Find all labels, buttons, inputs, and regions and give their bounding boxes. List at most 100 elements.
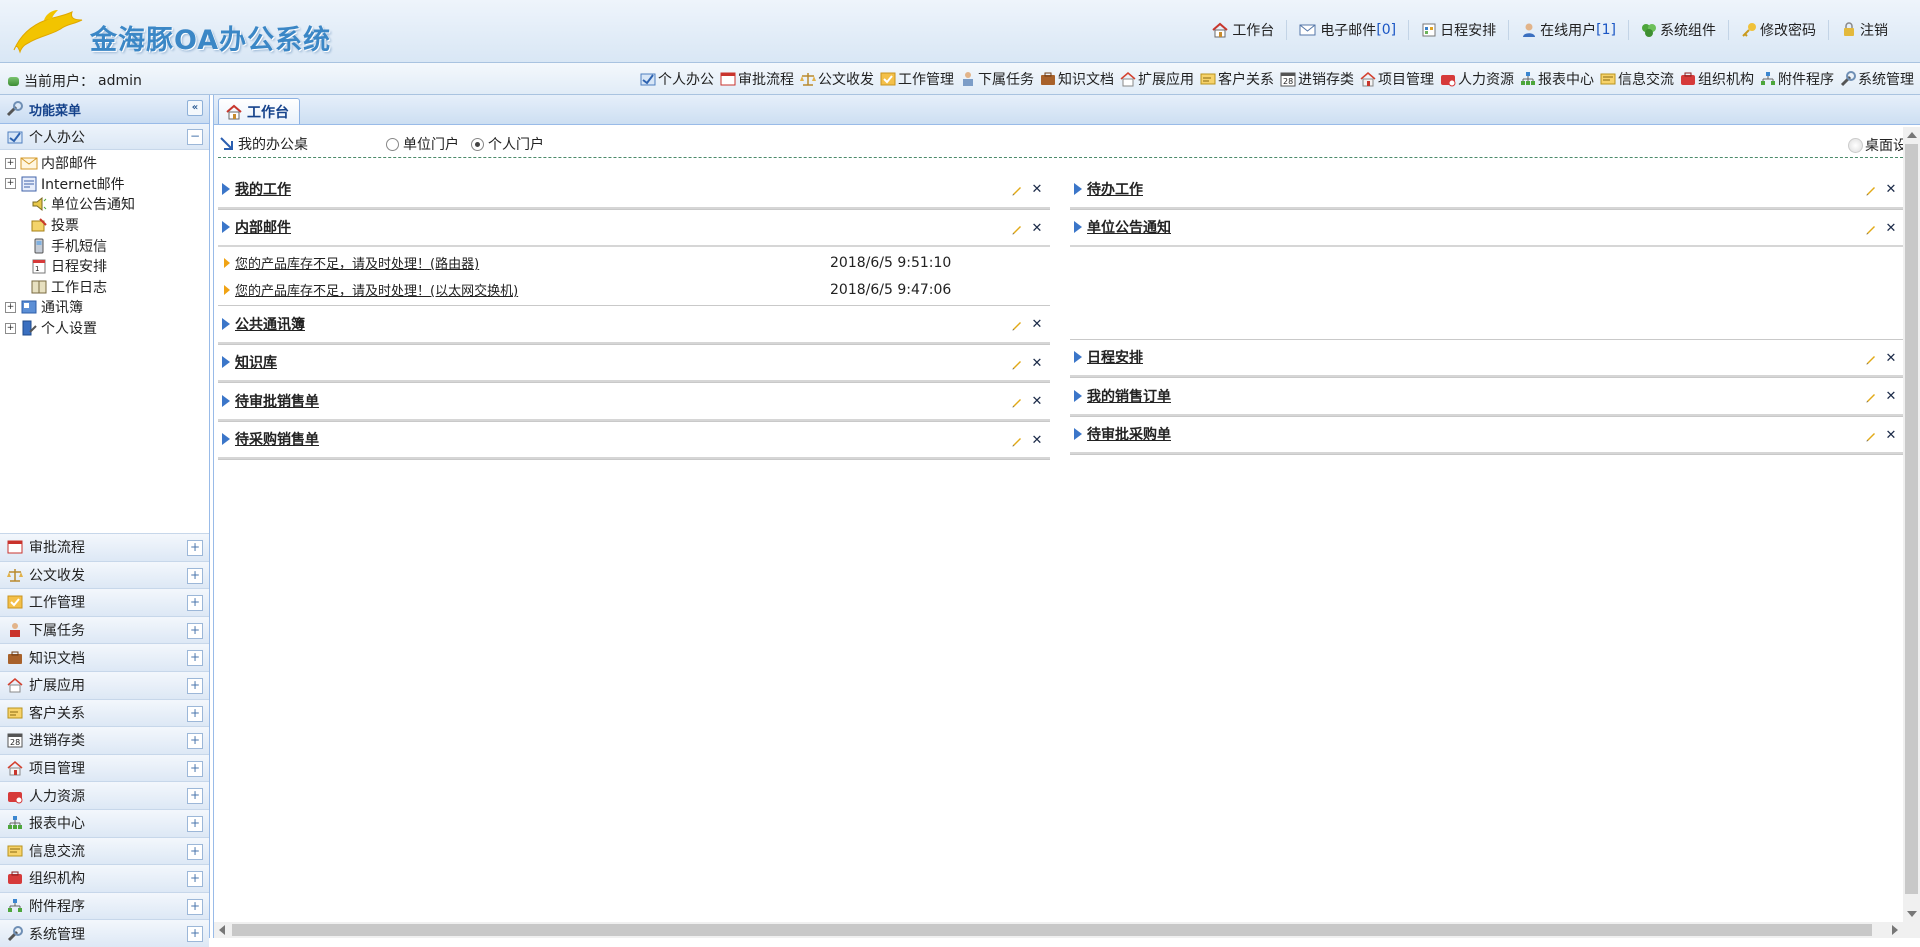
expand-section-button[interactable]: + [187,650,203,667]
expand-section-button[interactable]: + [187,595,203,612]
radio-circle-icon[interactable] [386,137,399,151]
horizontal-scrollbar[interactable] [214,922,1903,938]
close-icon[interactable]: ✕ [1884,183,1898,197]
expand-section-button[interactable]: + [187,898,203,915]
topnav-email[interactable]: 电子邮件 [0] [1287,20,1410,40]
expand-icon[interactable]: + [5,157,16,169]
portlet-title[interactable]: 待审批销售单 [235,391,319,411]
close-icon[interactable]: ✕ [1030,183,1044,197]
accordion-messages[interactable]: 信息交流 + [0,836,209,865]
edit-pencil-icon[interactable] [1864,352,1878,366]
expand-section-button[interactable]: + [187,677,203,694]
accordion-system[interactable]: 系统管理 + [0,919,209,947]
accordion-inventory[interactable]: 28 进销存类 + [0,726,209,754]
expand-section-button[interactable]: + [187,733,203,750]
module-organization[interactable]: 组织机构 [1680,69,1754,89]
edit-pencil-icon[interactable] [1010,434,1024,448]
module-personal-office[interactable]: 个人办公 [640,69,714,89]
topnav-logout[interactable]: 注销 [1829,20,1900,40]
close-icon[interactable]: ✕ [1884,390,1898,404]
portlet-title[interactable]: 待采购销售单 [235,429,319,449]
tree-item-personal-settings[interactable]: + 个人设置 [0,318,209,339]
expand-section-button[interactable]: + [187,926,203,943]
radio-personal-portal[interactable]: 个人门户 [471,134,544,154]
tab-workbench[interactable]: 工作台 [218,98,300,124]
portlet-title[interactable]: 内部邮件 [235,217,291,237]
scroll-up-icon[interactable] [1907,132,1917,138]
collapse-sidebar-button[interactable]: « [187,100,203,116]
close-icon[interactable]: ✕ [1884,221,1898,236]
accordion-subordinate-tasks[interactable]: 下属任务 + [0,615,209,644]
close-icon[interactable]: ✕ [1030,356,1044,371]
expand-section-button[interactable]: + [187,567,203,584]
edit-pencil-icon[interactable] [1864,429,1878,443]
portlet-title[interactable]: 我的销售订单 [1087,386,1171,406]
portlet-title[interactable]: 待办工作 [1087,179,1143,199]
close-icon[interactable]: ✕ [1884,351,1898,366]
personal-office-section-header[interactable]: 个人办公 − [0,124,209,150]
edit-pencil-icon[interactable] [1010,183,1024,197]
portlet-title[interactable]: 待审批采购单 [1087,424,1171,444]
tree-item-internet-mail[interactable]: + Internet邮件 [0,174,209,195]
portlet-title[interactable]: 知识库 [235,352,277,372]
expand-section-button[interactable]: + [187,540,203,556]
module-inventory[interactable]: 28 进销存类 [1280,69,1354,89]
desk-settings-button[interactable]: 桌面设 [1848,135,1907,155]
radio-checked-icon[interactable] [471,137,484,151]
accordion-attachments[interactable]: 附件程序 + [0,891,209,920]
edit-pencil-icon[interactable] [1864,390,1878,404]
accordion-crm[interactable]: 客户关系 + [0,698,209,727]
mail-subject-link[interactable]: 您的产品库存不足，请及时处理！(以太网交换机) [235,280,518,299]
scroll-thumb[interactable] [1905,144,1918,894]
close-icon[interactable]: ✕ [1030,221,1044,236]
expand-icon[interactable]: + [5,301,16,313]
expand-section-button[interactable]: + [187,815,203,832]
module-approval[interactable]: 审批流程 [720,69,794,89]
tree-item-sms[interactable]: 手机短信 [0,235,209,256]
module-hr[interactable]: 人力资源 [1440,69,1514,89]
close-icon[interactable]: ✕ [1030,395,1044,409]
scroll-left-icon[interactable] [219,925,225,935]
portlet-title[interactable]: 日程安排 [1087,347,1143,367]
accordion-work[interactable]: 工作管理 + [0,588,209,616]
edit-pencil-icon[interactable] [1010,395,1024,409]
mail-subject-link[interactable]: 您的产品库存不足，请及时处理！(路由器) [235,253,479,272]
topnav-schedule[interactable]: 日程安排 [1409,20,1510,40]
tree-item-announcements[interactable]: 单位公告通知 [0,194,209,215]
expand-section-button[interactable]: + [187,622,203,639]
tree-item-vote[interactable]: 投票 [0,215,209,236]
tree-item-internal-mail[interactable]: + 内部邮件 [0,153,209,174]
edit-pencil-icon[interactable] [1010,222,1024,236]
topnav-change-password[interactable]: 修改密码 [1729,20,1829,40]
expand-icon[interactable]: + [5,322,16,334]
module-messages[interactable]: 信息交流 [1600,69,1674,89]
accordion-extensions[interactable]: 扩展应用 + [0,670,209,699]
accordion-documents[interactable]: 公文收发 + [0,560,209,589]
accordion-reports[interactable]: 报表中心 + [0,808,209,837]
portlet-title[interactable]: 公共通讯簿 [235,314,305,334]
radio-unit-portal[interactable]: 单位门户 [386,134,459,154]
edit-pencil-icon[interactable] [1864,183,1878,197]
tree-item-schedule[interactable]: 1 日程安排 [0,256,209,277]
accordion-approval[interactable]: 审批流程 + [0,533,209,561]
expand-section-button[interactable]: + [187,760,203,777]
edit-pencil-icon[interactable] [1010,357,1024,371]
portlet-title[interactable]: 单位公告通知 [1087,217,1171,237]
accordion-organization[interactable]: 组织机构 + [0,864,209,892]
module-attachments[interactable]: 附件程序 [1760,69,1834,89]
close-icon[interactable]: ✕ [1884,428,1898,443]
module-knowledge[interactable]: 知识文档 [1040,69,1114,89]
topnav-workbench[interactable]: 工作台 [1199,20,1288,40]
module-projects[interactable]: 项目管理 [1360,69,1434,89]
tree-item-work-log[interactable]: 工作日志 [0,277,209,298]
topnav-online-users[interactable]: 在线用户 [1] [1509,20,1629,40]
module-crm[interactable]: 客户关系 [1200,69,1274,89]
edit-pencil-icon[interactable] [1010,318,1024,332]
collapse-section-button[interactable]: − [187,129,203,145]
accordion-knowledge[interactable]: 知识文档 + [0,643,209,671]
edit-pencil-icon[interactable] [1864,222,1878,236]
expand-section-button[interactable]: + [187,843,203,860]
tree-item-address-book[interactable]: + 通讯簿 [0,297,209,318]
module-extensions[interactable]: 扩展应用 [1120,69,1194,89]
expand-icon[interactable]: + [5,178,16,190]
